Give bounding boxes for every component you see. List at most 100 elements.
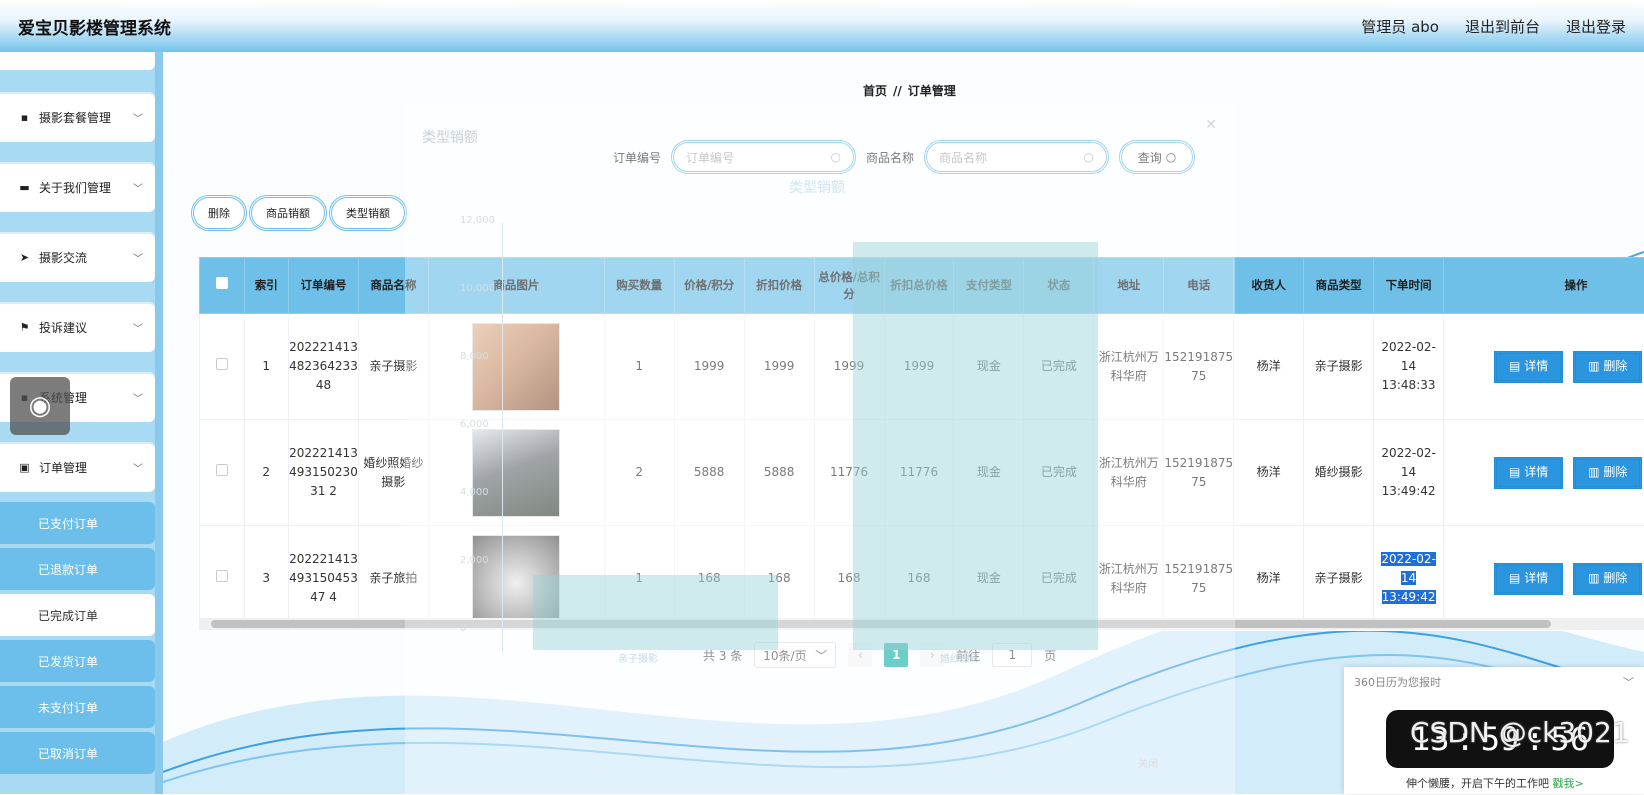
cell-order-number: 20222141349315045347 4: [289, 526, 359, 632]
product-sales-button[interactable]: 商品销额: [249, 195, 327, 231]
cell-price: 1999: [674, 314, 744, 420]
sub-item-cancelled[interactable]: 已取消订单: [0, 732, 155, 774]
cell-address: 浙江杭州万科华府: [1094, 526, 1164, 632]
breadcrumb-home[interactable]: 首页: [863, 84, 887, 98]
order-number-label: 订单编号: [613, 149, 661, 166]
sidebar-item-orders[interactable]: ▣订单管理﹀: [0, 442, 155, 492]
cell-product-name: 亲子摄影: [358, 314, 428, 420]
table-row: 2 20222141349315023031 2 婚纱照婚纱摄影 2 5888 …: [200, 420, 1644, 526]
detail-button[interactable]: ▤ 详情: [1494, 351, 1563, 383]
row-checkbox[interactable]: [216, 464, 228, 476]
product-image: [472, 429, 560, 517]
cell-order-time: 2022-02-14 13:48:33: [1374, 314, 1444, 420]
cell-order-time-selected: 2022-02-14 13:49:42: [1381, 552, 1435, 604]
chevron-down-icon[interactable]: ﹀: [1623, 674, 1634, 690]
order-number-input[interactable]: 订单编号○: [671, 140, 856, 174]
detail-icon: ▤: [1509, 569, 1524, 588]
detail-icon: ▤: [1509, 357, 1524, 376]
cell-price: 5888: [674, 420, 744, 526]
goto-page-input[interactable]: 1: [992, 643, 1032, 667]
cell-status: 已完成: [1024, 314, 1094, 420]
sub-item-refunded[interactable]: 已退款订单: [0, 548, 155, 590]
sub-item-completed[interactable]: 已完成订单: [0, 594, 155, 636]
prev-page-button[interactable]: ‹: [848, 643, 872, 667]
cell-order-number: 20222141348236423348: [289, 314, 359, 420]
row-delete-label: 删除: [1603, 569, 1627, 588]
chevron-down-icon: ﹀: [133, 180, 143, 195]
cell-address: 浙江杭州万科华府: [1094, 314, 1164, 420]
sidebar-item-label: 摄影套餐管理: [39, 109, 111, 126]
next-page-button[interactable]: ›: [920, 643, 944, 667]
select-all-checkbox[interactable]: [216, 277, 228, 289]
clock-popup-title: 360日历为您报时: [1354, 674, 1441, 690]
sub-item-unpaid[interactable]: 未支付订单: [0, 686, 155, 728]
cell-receiver: 杨洋: [1234, 420, 1304, 526]
cell-product-name: 亲子旅拍: [358, 526, 428, 632]
sidebar-item-about[interactable]: ▬ 关于我们管理 ﹀: [0, 162, 155, 212]
cell-total: 11776: [814, 420, 884, 526]
product-name-input[interactable]: 商品名称○: [924, 140, 1109, 174]
chevron-down-icon: ﹀: [133, 110, 143, 125]
clock-footer-link[interactable]: 戳我>: [1553, 777, 1584, 790]
chevron-down-icon: ﹀: [815, 647, 827, 664]
cell-payment-type: 现金: [954, 420, 1024, 526]
page-size-select[interactable]: 10条/页﹀: [754, 642, 836, 668]
row-checkbox[interactable]: [216, 358, 228, 370]
cell-discount-total: 11776: [884, 420, 954, 526]
trash-icon: ▥: [1588, 569, 1603, 588]
cell-payment-type: 现金: [954, 526, 1024, 632]
cell-status: 已完成: [1024, 420, 1094, 526]
page-number-button[interactable]: 1: [884, 643, 908, 667]
sidebar-item-complaint[interactable]: ⚑投诉建议﹀: [0, 302, 155, 352]
search-icon: ○: [831, 150, 841, 164]
sidebar-item-exchange[interactable]: ➤摄影交流﹀: [0, 232, 155, 282]
row-checkbox[interactable]: [216, 570, 228, 582]
cell-index: 2: [244, 420, 289, 526]
select-all-header[interactable]: [200, 258, 245, 314]
header-product-type: 商品类型: [1304, 258, 1374, 314]
scrollbar-thumb[interactable]: [211, 620, 1551, 628]
sub-item-shipped[interactable]: 已发货订单: [0, 640, 155, 682]
row-delete-button[interactable]: ▥ 删除: [1573, 457, 1642, 489]
header-payment-type: 支付类型: [954, 258, 1024, 314]
product-image: [472, 535, 560, 623]
sidebar-item-top[interactable]: [0, 52, 155, 70]
goto-label: 前往: [956, 647, 980, 664]
header-discount-total: 折扣总价格: [884, 258, 954, 314]
row-delete-button[interactable]: ▥ 删除: [1573, 563, 1642, 595]
screenshot-camera-icon[interactable]: ◉: [10, 377, 70, 435]
row-delete-button[interactable]: ▥ 删除: [1573, 351, 1642, 383]
detail-label: 详情: [1524, 357, 1548, 376]
query-button[interactable]: 查询○: [1119, 140, 1195, 174]
detail-button[interactable]: ▤ 详情: [1494, 563, 1563, 595]
pagination: 共 3 条 10条/页﹀ ‹ 1 › 前往 1 页: [703, 642, 1056, 668]
cell-total: 168: [814, 526, 884, 632]
sub-item-paid[interactable]: 已支付订单: [0, 502, 155, 544]
sidebar-item-label: 关于我们管理: [39, 179, 111, 196]
type-sales-button[interactable]: 类型销额: [329, 195, 407, 231]
cell-phone: 15219187575: [1164, 314, 1234, 420]
page-unit-label: 页: [1044, 647, 1056, 664]
cell-discount-total: 168: [884, 526, 954, 632]
send-icon: ➤: [18, 251, 31, 264]
table-row: 3 20222141349315045347 4 亲子旅拍 1 168 168 …: [200, 526, 1644, 632]
logout-link[interactable]: 退出登录: [1566, 16, 1626, 37]
header-operations: 操作: [1444, 258, 1644, 314]
table-header-row: 索引 订单编号 商品名称 商品图片 购买数量 价格/积分 折扣价格 总价格/总积…: [200, 258, 1644, 314]
header-order-time: 下单时间: [1374, 258, 1444, 314]
sidebar-item-label: 订单管理: [39, 459, 87, 476]
exit-to-front-link[interactable]: 退出到前台: [1465, 16, 1540, 37]
cell-product-type: 亲子摄影: [1304, 314, 1374, 420]
cell-discount-price: 168: [744, 526, 814, 632]
detail-button[interactable]: ▤ 详情: [1494, 457, 1563, 489]
cell-price: 168: [674, 526, 744, 632]
horizontal-scrollbar[interactable]: [199, 618, 1644, 630]
delete-button[interactable]: 删除: [191, 195, 247, 231]
cell-payment-type: 现金: [954, 314, 1024, 420]
cell-index: 1: [244, 314, 289, 420]
book-icon: ▬: [18, 181, 31, 194]
cell-phone: 15219187575: [1164, 526, 1234, 632]
detail-icon: ▤: [1509, 463, 1524, 482]
sidebar-item-package[interactable]: ▪摄影套餐管理﹀: [0, 92, 155, 142]
cell-address: 浙江杭州万科华府: [1094, 420, 1164, 526]
